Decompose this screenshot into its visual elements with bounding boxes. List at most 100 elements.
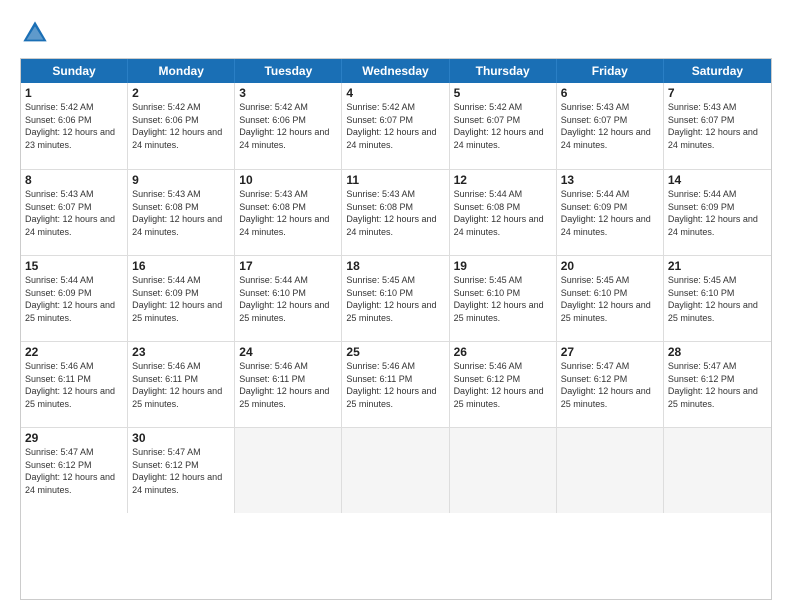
day-number: 29 xyxy=(25,431,123,445)
day-cell-17: 17Sunrise: 5:44 AMSunset: 6:10 PMDayligh… xyxy=(235,256,342,341)
day-cell-15: 15Sunrise: 5:44 AMSunset: 6:09 PMDayligh… xyxy=(21,256,128,341)
day-info: Sunrise: 5:43 AMSunset: 6:08 PMDaylight:… xyxy=(346,188,444,238)
day-info: Sunrise: 5:43 AMSunset: 6:07 PMDaylight:… xyxy=(25,188,123,238)
day-cell-21: 21Sunrise: 5:45 AMSunset: 6:10 PMDayligh… xyxy=(664,256,771,341)
day-cell-11: 11Sunrise: 5:43 AMSunset: 6:08 PMDayligh… xyxy=(342,170,449,255)
day-info: Sunrise: 5:43 AMSunset: 6:08 PMDaylight:… xyxy=(239,188,337,238)
day-info: Sunrise: 5:42 AMSunset: 6:06 PMDaylight:… xyxy=(239,101,337,151)
calendar-row-1: 8Sunrise: 5:43 AMSunset: 6:07 PMDaylight… xyxy=(21,169,771,255)
calendar-row-2: 15Sunrise: 5:44 AMSunset: 6:09 PMDayligh… xyxy=(21,255,771,341)
day-info: Sunrise: 5:42 AMSunset: 6:06 PMDaylight:… xyxy=(25,101,123,151)
day-cell-14: 14Sunrise: 5:44 AMSunset: 6:09 PMDayligh… xyxy=(664,170,771,255)
day-number: 20 xyxy=(561,259,659,273)
day-info: Sunrise: 5:46 AMSunset: 6:11 PMDaylight:… xyxy=(132,360,230,410)
calendar-body: 1Sunrise: 5:42 AMSunset: 6:06 PMDaylight… xyxy=(21,83,771,599)
day-cell-27: 27Sunrise: 5:47 AMSunset: 6:12 PMDayligh… xyxy=(557,342,664,427)
day-number: 8 xyxy=(25,173,123,187)
calendar-header: SundayMondayTuesdayWednesdayThursdayFrid… xyxy=(21,59,771,83)
day-info: Sunrise: 5:47 AMSunset: 6:12 PMDaylight:… xyxy=(132,446,230,496)
day-cell-18: 18Sunrise: 5:45 AMSunset: 6:10 PMDayligh… xyxy=(342,256,449,341)
day-number: 14 xyxy=(668,173,767,187)
day-cell-9: 9Sunrise: 5:43 AMSunset: 6:08 PMDaylight… xyxy=(128,170,235,255)
day-cell-4: 4Sunrise: 5:42 AMSunset: 6:07 PMDaylight… xyxy=(342,83,449,169)
day-info: Sunrise: 5:44 AMSunset: 6:09 PMDaylight:… xyxy=(25,274,123,324)
day-number: 21 xyxy=(668,259,767,273)
day-number: 4 xyxy=(346,86,444,100)
day-info: Sunrise: 5:46 AMSunset: 6:11 PMDaylight:… xyxy=(25,360,123,410)
calendar-row-3: 22Sunrise: 5:46 AMSunset: 6:11 PMDayligh… xyxy=(21,341,771,427)
header-day-tuesday: Tuesday xyxy=(235,59,342,83)
calendar: SundayMondayTuesdayWednesdayThursdayFrid… xyxy=(20,58,772,600)
day-cell-3: 3Sunrise: 5:42 AMSunset: 6:06 PMDaylight… xyxy=(235,83,342,169)
day-number: 16 xyxy=(132,259,230,273)
header xyxy=(20,18,772,48)
day-info: Sunrise: 5:43 AMSunset: 6:07 PMDaylight:… xyxy=(561,101,659,151)
day-number: 5 xyxy=(454,86,552,100)
day-cell-22: 22Sunrise: 5:46 AMSunset: 6:11 PMDayligh… xyxy=(21,342,128,427)
day-info: Sunrise: 5:45 AMSunset: 6:10 PMDaylight:… xyxy=(561,274,659,324)
day-number: 9 xyxy=(132,173,230,187)
empty-cell xyxy=(342,428,449,513)
header-day-friday: Friday xyxy=(557,59,664,83)
day-cell-16: 16Sunrise: 5:44 AMSunset: 6:09 PMDayligh… xyxy=(128,256,235,341)
day-info: Sunrise: 5:44 AMSunset: 6:09 PMDaylight:… xyxy=(561,188,659,238)
day-cell-30: 30Sunrise: 5:47 AMSunset: 6:12 PMDayligh… xyxy=(128,428,235,513)
day-cell-7: 7Sunrise: 5:43 AMSunset: 6:07 PMDaylight… xyxy=(664,83,771,169)
day-info: Sunrise: 5:44 AMSunset: 6:10 PMDaylight:… xyxy=(239,274,337,324)
day-number: 3 xyxy=(239,86,337,100)
day-info: Sunrise: 5:46 AMSunset: 6:11 PMDaylight:… xyxy=(346,360,444,410)
day-cell-5: 5Sunrise: 5:42 AMSunset: 6:07 PMDaylight… xyxy=(450,83,557,169)
day-number: 17 xyxy=(239,259,337,273)
day-info: Sunrise: 5:45 AMSunset: 6:10 PMDaylight:… xyxy=(668,274,767,324)
day-number: 7 xyxy=(668,86,767,100)
day-cell-6: 6Sunrise: 5:43 AMSunset: 6:07 PMDaylight… xyxy=(557,83,664,169)
day-cell-13: 13Sunrise: 5:44 AMSunset: 6:09 PMDayligh… xyxy=(557,170,664,255)
day-info: Sunrise: 5:42 AMSunset: 6:07 PMDaylight:… xyxy=(346,101,444,151)
empty-cell xyxy=(235,428,342,513)
day-number: 28 xyxy=(668,345,767,359)
page: SundayMondayTuesdayWednesdayThursdayFrid… xyxy=(0,0,792,612)
day-number: 25 xyxy=(346,345,444,359)
day-info: Sunrise: 5:43 AMSunset: 6:07 PMDaylight:… xyxy=(668,101,767,151)
day-number: 24 xyxy=(239,345,337,359)
day-info: Sunrise: 5:42 AMSunset: 6:06 PMDaylight:… xyxy=(132,101,230,151)
calendar-row-0: 1Sunrise: 5:42 AMSunset: 6:06 PMDaylight… xyxy=(21,83,771,169)
day-cell-28: 28Sunrise: 5:47 AMSunset: 6:12 PMDayligh… xyxy=(664,342,771,427)
day-cell-12: 12Sunrise: 5:44 AMSunset: 6:08 PMDayligh… xyxy=(450,170,557,255)
day-cell-29: 29Sunrise: 5:47 AMSunset: 6:12 PMDayligh… xyxy=(21,428,128,513)
day-info: Sunrise: 5:44 AMSunset: 6:09 PMDaylight:… xyxy=(132,274,230,324)
day-cell-1: 1Sunrise: 5:42 AMSunset: 6:06 PMDaylight… xyxy=(21,83,128,169)
day-info: Sunrise: 5:44 AMSunset: 6:09 PMDaylight:… xyxy=(668,188,767,238)
day-info: Sunrise: 5:42 AMSunset: 6:07 PMDaylight:… xyxy=(454,101,552,151)
logo xyxy=(20,18,56,48)
day-info: Sunrise: 5:46 AMSunset: 6:12 PMDaylight:… xyxy=(454,360,552,410)
day-number: 22 xyxy=(25,345,123,359)
header-day-thursday: Thursday xyxy=(450,59,557,83)
day-info: Sunrise: 5:45 AMSunset: 6:10 PMDaylight:… xyxy=(454,274,552,324)
day-info: Sunrise: 5:47 AMSunset: 6:12 PMDaylight:… xyxy=(561,360,659,410)
calendar-row-4: 29Sunrise: 5:47 AMSunset: 6:12 PMDayligh… xyxy=(21,427,771,513)
day-number: 11 xyxy=(346,173,444,187)
empty-cell xyxy=(450,428,557,513)
day-info: Sunrise: 5:45 AMSunset: 6:10 PMDaylight:… xyxy=(346,274,444,324)
day-number: 2 xyxy=(132,86,230,100)
day-number: 6 xyxy=(561,86,659,100)
day-number: 1 xyxy=(25,86,123,100)
day-number: 30 xyxy=(132,431,230,445)
day-number: 23 xyxy=(132,345,230,359)
header-day-wednesday: Wednesday xyxy=(342,59,449,83)
day-cell-24: 24Sunrise: 5:46 AMSunset: 6:11 PMDayligh… xyxy=(235,342,342,427)
day-number: 12 xyxy=(454,173,552,187)
day-cell-2: 2Sunrise: 5:42 AMSunset: 6:06 PMDaylight… xyxy=(128,83,235,169)
day-cell-19: 19Sunrise: 5:45 AMSunset: 6:10 PMDayligh… xyxy=(450,256,557,341)
day-cell-26: 26Sunrise: 5:46 AMSunset: 6:12 PMDayligh… xyxy=(450,342,557,427)
header-day-saturday: Saturday xyxy=(664,59,771,83)
day-info: Sunrise: 5:46 AMSunset: 6:11 PMDaylight:… xyxy=(239,360,337,410)
day-cell-23: 23Sunrise: 5:46 AMSunset: 6:11 PMDayligh… xyxy=(128,342,235,427)
day-number: 15 xyxy=(25,259,123,273)
header-day-monday: Monday xyxy=(128,59,235,83)
logo-icon xyxy=(20,18,50,48)
empty-cell xyxy=(664,428,771,513)
day-number: 10 xyxy=(239,173,337,187)
day-info: Sunrise: 5:47 AMSunset: 6:12 PMDaylight:… xyxy=(25,446,123,496)
